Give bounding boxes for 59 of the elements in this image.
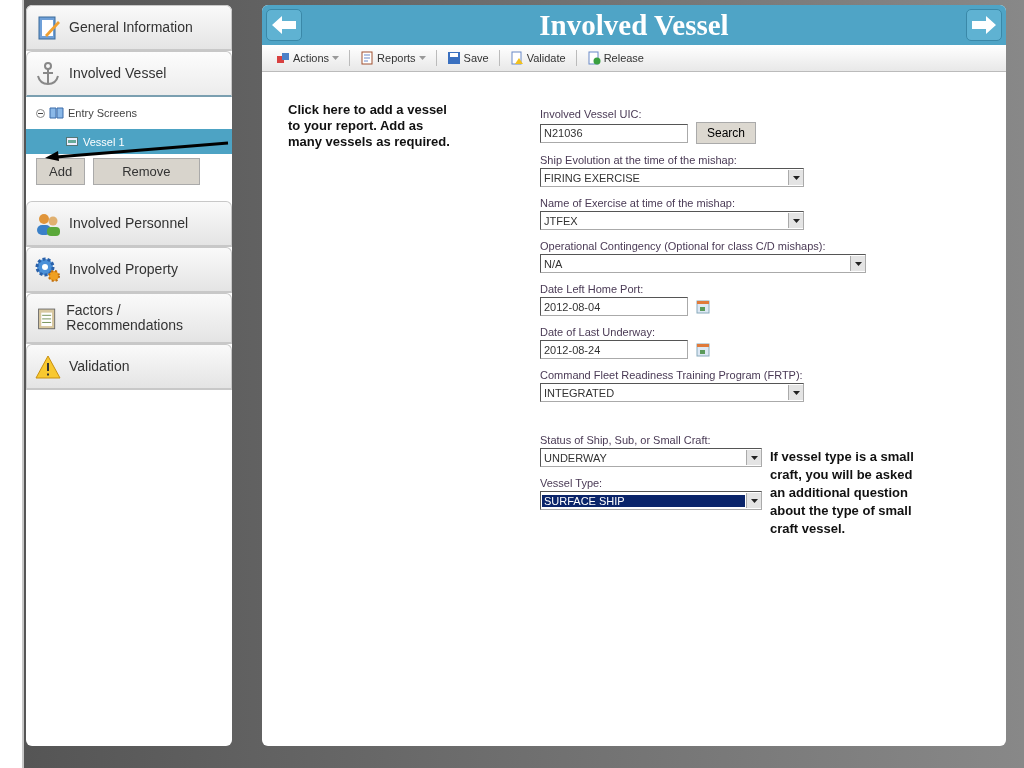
section-header[interactable]: Validation	[26, 344, 232, 390]
document-warning-icon	[509, 51, 524, 65]
book-icon	[49, 107, 64, 119]
report-icon	[360, 51, 375, 65]
instruction-text: If vessel type is a small craft, you will be asked an additional question about the type of small craft vessel.	[770, 448, 915, 538]
tree-node[interactable]: Entry Screens	[26, 105, 232, 125]
toolbar-button[interactable]: Validate	[503, 51, 572, 65]
caret-icon	[750, 455, 758, 460]
date-field[interactable]: 2012-08-04	[540, 297, 688, 316]
field-label: Vessel Type:	[540, 477, 604, 489]
dropdown[interactable]: N/A	[540, 254, 866, 273]
search-button[interactable]: Search	[696, 122, 757, 144]
uic-field[interactable]: N21036	[540, 123, 688, 143]
section-header[interactable]: Involved Personnel	[26, 201, 232, 247]
date-field[interactable]: 2012-08-24	[540, 340, 688, 359]
field-label: Involved Vessel UIC:	[540, 108, 643, 120]
add-button[interactable]: Add	[36, 158, 86, 185]
field-label: Ship Evolution at the time of the mishap:	[540, 154, 738, 166]
field-label: Date of Last Underway:	[540, 326, 656, 338]
section-header[interactable]: Involved Property	[26, 247, 232, 293]
toolbar-button[interactable]: Save	[440, 51, 495, 65]
toolbar-button[interactable]: Release	[580, 51, 650, 65]
remove-button[interactable]: Remove	[93, 158, 200, 185]
gears-icon	[35, 256, 61, 283]
anchor-icon	[35, 60, 61, 87]
warning-icon	[35, 353, 61, 380]
form-icon	[66, 137, 78, 146]
field-label: Status of Ship, Sub, or Small Craft:	[540, 434, 712, 446]
section-header[interactable]: Factors / Recommendations	[26, 293, 232, 344]
dropdown[interactable]: INTEGRATED	[540, 383, 804, 402]
notebook-icon	[35, 14, 61, 41]
back-button[interactable]	[266, 9, 302, 41]
calendar-icon[interactable]	[696, 299, 710, 314]
caret-icon	[792, 390, 800, 395]
dropdown[interactable]: FIRING EXERCISE	[540, 168, 804, 187]
caret-icon	[854, 261, 862, 266]
left-arrow-icon	[271, 15, 297, 35]
save-icon	[446, 51, 461, 65]
section-header[interactable]: General Information	[26, 5, 232, 51]
field-label: Date Left Home Port:	[540, 283, 645, 295]
collapse-icon[interactable]	[36, 108, 45, 118]
cubes-icon	[276, 51, 290, 65]
field-label: Command Fleet Readiness Training Program (FRTP):	[540, 369, 804, 381]
section-header[interactable]: Involved Vessel	[26, 51, 232, 97]
caret-icon	[792, 175, 800, 180]
dropdown[interactable]: UNDERWAY	[540, 448, 762, 467]
field-label: Name of Exercise at time of the mishap:	[540, 197, 737, 209]
caret-icon	[750, 498, 758, 503]
instruction-text: Click here to add a vessel to your report. Add as many vessels as required.	[288, 102, 451, 151]
toolbar-button[interactable]: Actions	[270, 51, 346, 65]
calendar-icon[interactable]	[696, 342, 710, 357]
right-arrow-icon	[971, 15, 997, 35]
page-title: Involved Vessel	[539, 8, 729, 42]
forward-button[interactable]	[966, 9, 1002, 41]
caret-icon	[792, 218, 800, 223]
dropdown[interactable]: SURFACE SHIP	[540, 491, 762, 510]
dropdown[interactable]: JTFEX	[540, 211, 804, 230]
field-label: Operational Contingency (Optional for class C/D mishaps):	[540, 240, 827, 252]
toolbar-button[interactable]: Reports	[354, 51, 432, 65]
